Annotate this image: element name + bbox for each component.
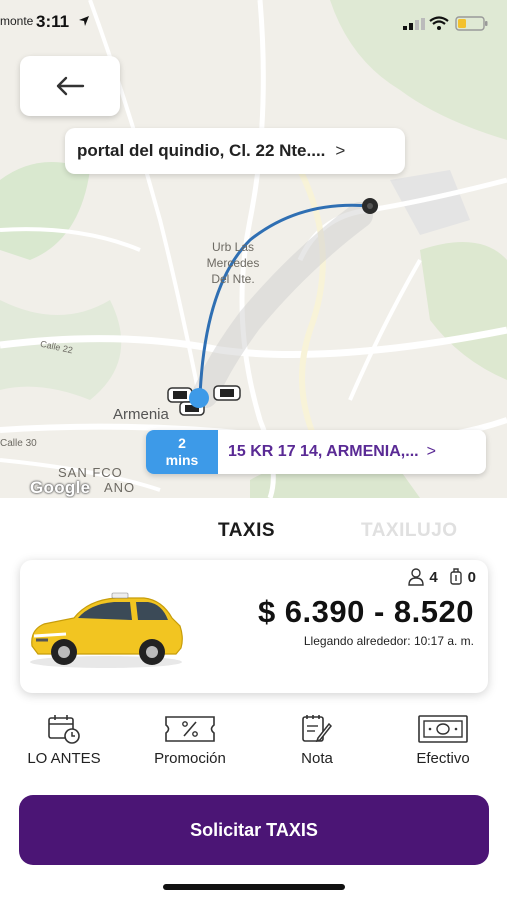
map-place-label: Armenia	[113, 406, 169, 423]
origin-address-pill[interactable]: portal del quindio, Cl. 22 Nte.... >	[65, 128, 405, 174]
route-map[interactable]: Urb Las Mercedes Del Nte. Armenia SAN FC…	[0, 0, 507, 498]
chevron-right-icon: >	[335, 141, 346, 160]
google-logo: Google	[30, 478, 91, 497]
trip-options: LO ANTES Promoción Nota Efectivo	[0, 714, 507, 778]
coupon-icon	[165, 716, 215, 742]
request-taxi-button[interactable]: Solicitar TAXIS	[19, 795, 489, 865]
taxi-car-image	[30, 592, 183, 668]
eta-unit: mins	[165, 452, 199, 468]
map-place-label: Del Nte.	[211, 272, 255, 286]
tab-taxis[interactable]: TAXIS	[218, 520, 275, 542]
map-place-label: Urb Las	[211, 240, 255, 254]
option-label: Nota	[301, 750, 333, 767]
vehicle-card[interactable]: 4 0 $ 6.390 - 8.520 Llegando alrededor: …	[20, 560, 488, 693]
option-label: LO ANTES	[27, 750, 101, 767]
note-icon	[302, 715, 333, 743]
status-time: 3:11	[36, 12, 70, 31]
option-label: Efectivo	[416, 750, 470, 767]
home-indicator	[163, 884, 345, 890]
carrier-label: monte	[0, 14, 34, 28]
destination-address-pill[interactable]: 2 mins 15 KR 17 14, ARMENIA,... >	[146, 430, 486, 474]
option-promocion[interactable]: Promoción	[130, 714, 250, 767]
location-arrow-icon	[79, 16, 89, 26]
passenger-icon	[408, 568, 425, 586]
back-arrow-icon	[56, 76, 85, 96]
eta-badge: 2 mins	[146, 430, 218, 474]
luggage-icon	[449, 568, 462, 585]
wifi-icon	[429, 16, 449, 30]
capacity-info: 4 0	[407, 568, 476, 586]
option-nota[interactable]: Nota	[257, 714, 377, 767]
map-street-label: Calle 30	[0, 438, 37, 449]
vehicle-type-tabs: TAXIS TAXILUJO	[0, 514, 507, 550]
passenger-count: 4	[429, 568, 438, 586]
calendar-clock-icon	[48, 715, 80, 744]
tab-taxilujo[interactable]: TAXILUJO	[361, 520, 458, 542]
back-button[interactable]	[20, 56, 120, 116]
arrival-time: Llegando alrededor: 10:17 a. m.	[303, 634, 474, 648]
status-bar: monte 3:11	[0, 0, 507, 44]
chevron-right-icon: >	[426, 443, 436, 460]
destination-address-text: 15 KR 17 14, ARMENIA,...	[228, 443, 419, 460]
signal-icon	[403, 18, 425, 30]
option-efectivo[interactable]: Efectivo	[383, 714, 503, 767]
option-lo-antes[interactable]: LO ANTES	[4, 714, 124, 767]
fare-price: $ 6.390 - 8.520	[257, 594, 474, 629]
map-place-label: Mercedes	[206, 256, 260, 270]
battery-icon	[455, 16, 488, 31]
destination-address: 15 KR 17 14, ARMENIA,... >	[218, 430, 486, 474]
luggage-count: 0	[467, 568, 476, 586]
map-place-label: ANO	[104, 480, 136, 495]
eta-value: 2	[178, 435, 186, 451]
option-label: Promoción	[154, 750, 226, 767]
cash-icon	[418, 715, 468, 743]
origin-address-text: portal del quindio, Cl. 22 Nte....	[77, 141, 326, 160]
